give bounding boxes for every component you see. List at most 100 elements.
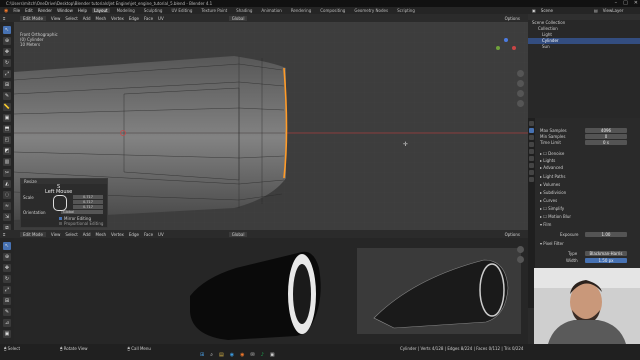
rotate-tool-icon-bottom[interactable]: ↻: [3, 275, 11, 283]
minimize-icon[interactable]: –: [615, 0, 618, 7]
filter-width-field[interactable]: 1.50 px: [585, 258, 627, 263]
spin-tool-icon[interactable]: ◌: [3, 191, 11, 199]
scale-tool-icon-bottom[interactable]: ⤢: [3, 286, 11, 294]
blender-logo-icon[interactable]: ◉: [4, 8, 8, 14]
menu-window[interactable]: Window: [57, 8, 73, 13]
annotate-tool-icon-bottom[interactable]: ✎: [3, 308, 11, 316]
menu-view[interactable]: View: [51, 16, 61, 21]
menu-add-bottom[interactable]: Add: [83, 232, 91, 237]
mode-selector-bottom[interactable]: Edit Mode: [20, 231, 46, 237]
view-layer-name[interactable]: ViewLayer: [603, 8, 624, 13]
scale-tool-icon[interactable]: ⤢: [3, 70, 11, 78]
tab-uv-editing[interactable]: UV Editing: [169, 8, 194, 13]
scale-z-field[interactable]: 0.717: [73, 205, 103, 209]
annotate-tool-icon[interactable]: ✎: [3, 92, 11, 100]
menu-edge[interactable]: Edge: [129, 16, 139, 21]
section-light-paths[interactable]: ▸ Light Paths: [540, 174, 565, 179]
viewport-bottom[interactable]: [14, 238, 528, 344]
menu-mesh-bottom[interactable]: Mesh: [96, 232, 107, 237]
section-denoise[interactable]: ▸ ☐ Denoise: [540, 151, 564, 156]
editor-type-icon[interactable]: ⌗: [3, 16, 5, 21]
add-cube-tool-icon[interactable]: ▣: [3, 114, 11, 122]
menu-help[interactable]: Help: [78, 8, 87, 13]
zoom-icon[interactable]: [517, 70, 524, 77]
cursor-tool-icon-bottom[interactable]: ⊕: [3, 253, 11, 261]
section-advanced[interactable]: ▸ Advanced: [540, 165, 563, 170]
menu-edit[interactable]: Edit: [25, 8, 33, 13]
menu-file[interactable]: File: [13, 8, 20, 13]
extrude-tool-icon[interactable]: ⬒: [3, 125, 11, 133]
mirror-editing-checkbox[interactable]: [59, 217, 62, 220]
menu-vertex[interactable]: Vertex: [111, 16, 124, 21]
output-tab-icon[interactable]: [529, 135, 534, 140]
operator-header[interactable]: Resize: [21, 179, 107, 184]
cursor-tool-icon[interactable]: ⊕: [3, 37, 11, 45]
mode-selector[interactable]: Edit Mode: [20, 15, 46, 21]
editor-type-icon-bottom[interactable]: ⌗: [3, 232, 5, 237]
transform-tool-icon[interactable]: ⊞: [3, 81, 11, 89]
x-axis-gizmo-icon[interactable]: [512, 46, 516, 50]
ortho-grid-icon[interactable]: [517, 100, 524, 107]
move-tool-icon[interactable]: ✥: [3, 48, 11, 56]
section-motion-blur[interactable]: ▸ ☐ Motion Blur: [540, 214, 571, 219]
taskbar-photos-icon[interactable]: ▣: [270, 352, 275, 358]
menu-uv[interactable]: UV: [158, 16, 164, 21]
view-layer-tab-icon[interactable]: [529, 142, 534, 147]
tab-geometry-nodes[interactable]: Geometry Nodes: [352, 8, 390, 13]
taskbar-mail-icon[interactable]: ✉: [251, 352, 255, 358]
tab-layout[interactable]: Layout: [91, 8, 110, 13]
viewport-bottom-canvas[interactable]: [14, 238, 528, 344]
options-button[interactable]: Options: [505, 16, 520, 21]
outliner-panel[interactable]: Scene Collection Collection Light Cylind…: [528, 14, 640, 118]
poly-build-tool-icon[interactable]: ◭: [3, 180, 11, 188]
pan-hand-icon-bottom[interactable]: [517, 256, 524, 263]
proportional-row[interactable]: Proportional Editing: [59, 221, 103, 226]
tab-sculpting[interactable]: Sculpting: [142, 8, 165, 13]
menu-vertex-bottom[interactable]: Vertex: [111, 232, 124, 237]
navigation-gizmo[interactable]: [494, 36, 522, 64]
knife-tool-icon[interactable]: ✂: [3, 169, 11, 177]
scale-x-field[interactable]: 0.717: [73, 195, 103, 199]
tab-rendering[interactable]: Rendering: [289, 8, 313, 13]
transform-orientation-bottom[interactable]: Global: [228, 231, 248, 237]
z-axis-gizmo-icon[interactable]: [504, 38, 508, 42]
transform-tool-icon-bottom[interactable]: ⊞: [3, 297, 11, 305]
measure-tool-icon-bottom[interactable]: ⊿: [3, 319, 11, 327]
select-tool-icon-bottom[interactable]: ↖: [3, 242, 11, 250]
close-icon[interactable]: ✕: [634, 0, 638, 7]
menu-view-bottom[interactable]: View: [51, 232, 61, 237]
proportional-checkbox[interactable]: [59, 222, 62, 225]
menu-select-bottom[interactable]: Select: [65, 232, 77, 237]
select-tool-icon[interactable]: ↖: [3, 26, 11, 34]
camera-view-icon[interactable]: [517, 90, 524, 97]
menu-mesh[interactable]: Mesh: [96, 16, 107, 21]
tool-tab-icon[interactable]: [529, 121, 534, 126]
menu-face-bottom[interactable]: Face: [144, 232, 153, 237]
section-pixel-filter[interactable]: ▾ Pixel Filter: [540, 241, 564, 246]
windows-start-icon[interactable]: ⊞: [200, 352, 204, 358]
pan-hand-icon[interactable]: [517, 80, 524, 87]
menu-render[interactable]: Render: [38, 8, 52, 13]
section-subdivision[interactable]: ▸ Subdivision: [540, 190, 566, 195]
menu-add[interactable]: Add: [83, 16, 91, 21]
move-tool-icon-bottom[interactable]: ✥: [3, 264, 11, 272]
tab-scripting[interactable]: Scripting: [395, 8, 417, 13]
scene-name[interactable]: Scene: [541, 8, 553, 13]
measure-tool-icon[interactable]: 📏: [3, 103, 11, 111]
options-button-bottom[interactable]: Options: [505, 232, 520, 237]
orientation-select[interactable]: Global: [61, 210, 103, 214]
min-samples-field[interactable]: 0: [585, 134, 627, 139]
world-tab-icon[interactable]: [529, 156, 534, 161]
taskbar-files-icon[interactable]: ▤: [219, 352, 224, 358]
menu-uv-bottom[interactable]: UV: [158, 232, 164, 237]
section-simplify[interactable]: ▸ ☐ Simplify: [540, 206, 564, 211]
tab-shading[interactable]: Shading: [234, 8, 254, 13]
taskbar-browser-icon[interactable]: ◉: [230, 352, 234, 358]
section-film[interactable]: ▾ Film: [540, 222, 551, 227]
section-volumes[interactable]: ▸ Volumes: [540, 182, 560, 187]
operator-redo-panel[interactable]: Resize S Left Mouse Scale 0.717 0.717 0.…: [20, 178, 108, 228]
y-axis-gizmo-icon[interactable]: [496, 46, 500, 50]
taskbar-blender-icon[interactable]: ◉: [240, 352, 244, 358]
max-samples-field[interactable]: 4096: [585, 128, 627, 133]
taskbar-search-icon[interactable]: ⌕: [210, 352, 213, 358]
